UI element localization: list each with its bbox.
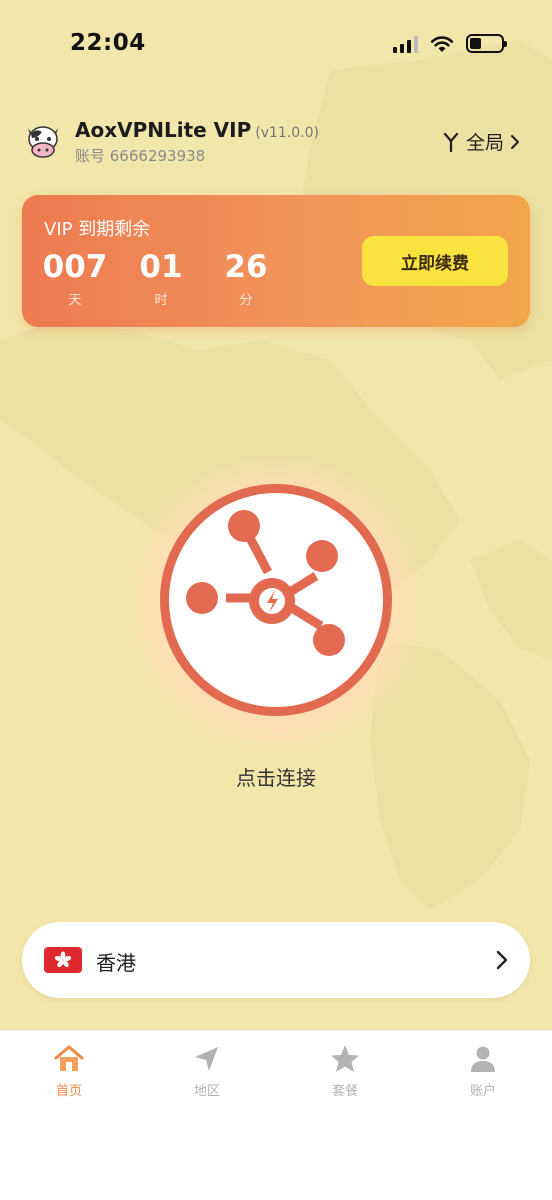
location-arrow-icon: [195, 1047, 218, 1071]
tab-plans[interactable]: 套餐: [276, 1043, 414, 1099]
countdown-days-unit: 天: [68, 293, 82, 308]
chevron-right-icon: [511, 134, 519, 149]
region-name: 香港: [96, 951, 136, 975]
tab-bar: 首页 地区 套餐 账户: [0, 1030, 552, 1200]
countdown-hours-value: 01: [139, 249, 183, 285]
routing-mode-label: 全局: [465, 132, 504, 154]
countdown-minutes-value: 26: [224, 249, 268, 285]
app-header: AoxVPNLite VIP (v11.0.0) 账号 6666293938 全局: [22, 118, 530, 168]
tab-region-label: 地区: [193, 1084, 220, 1099]
countdown-hours-unit: 时: [154, 293, 168, 308]
tab-home-label: 首页: [55, 1084, 82, 1099]
app-name: AoxVPNLite VIP: [75, 118, 252, 142]
cellular-signal-icon: [393, 35, 418, 53]
renew-button[interactable]: 立即续费: [362, 236, 508, 286]
countdown-minutes: 26 分: [222, 249, 270, 308]
app-title: AoxVPNLite VIP (v11.0.0): [75, 118, 319, 142]
tab-home[interactable]: 首页: [0, 1043, 138, 1099]
tab-account-label: 账户: [469, 1084, 496, 1099]
vip-expiry-card: VIP 到期剩余 007 天 01 时 26 分 立即续费: [22, 195, 530, 327]
app-version: (v11.0.0): [255, 125, 320, 141]
routing-mode-button[interactable]: 全局: [442, 128, 520, 155]
routing-icon: [443, 132, 459, 152]
status-bar: 22:04: [0, 0, 552, 90]
connect-button[interactable]: [160, 484, 392, 716]
hong-kong-flag-icon: [44, 947, 82, 973]
network-connect-icon: [186, 510, 345, 656]
countdown-days-value: 007: [42, 249, 108, 285]
home-icon: [54, 1045, 84, 1071]
star-icon: [331, 1045, 359, 1072]
person-icon: [471, 1046, 495, 1072]
battery-icon: [466, 34, 507, 53]
wifi-icon: [430, 35, 454, 52]
tab-account[interactable]: 账户: [414, 1043, 552, 1099]
account-number: 账号 6666293938: [75, 147, 206, 165]
status-time: 22:04: [70, 30, 146, 56]
connect-label: 点击连接: [236, 766, 316, 790]
tab-plans-label: 套餐: [331, 1084, 358, 1099]
countdown-days: 007 天: [42, 249, 108, 308]
cow-avatar-icon: [28, 126, 58, 158]
status-icons: [393, 34, 507, 53]
countdown-minutes-unit: 分: [239, 293, 253, 308]
tab-region[interactable]: 地区: [138, 1043, 276, 1099]
chevron-right-icon: [496, 950, 508, 970]
region-selector[interactable]: 香港: [22, 922, 530, 998]
vip-expiry-title: VIP 到期剩余: [44, 219, 151, 240]
countdown-hours: 01 时: [138, 249, 184, 308]
battery-level: [470, 38, 481, 49]
